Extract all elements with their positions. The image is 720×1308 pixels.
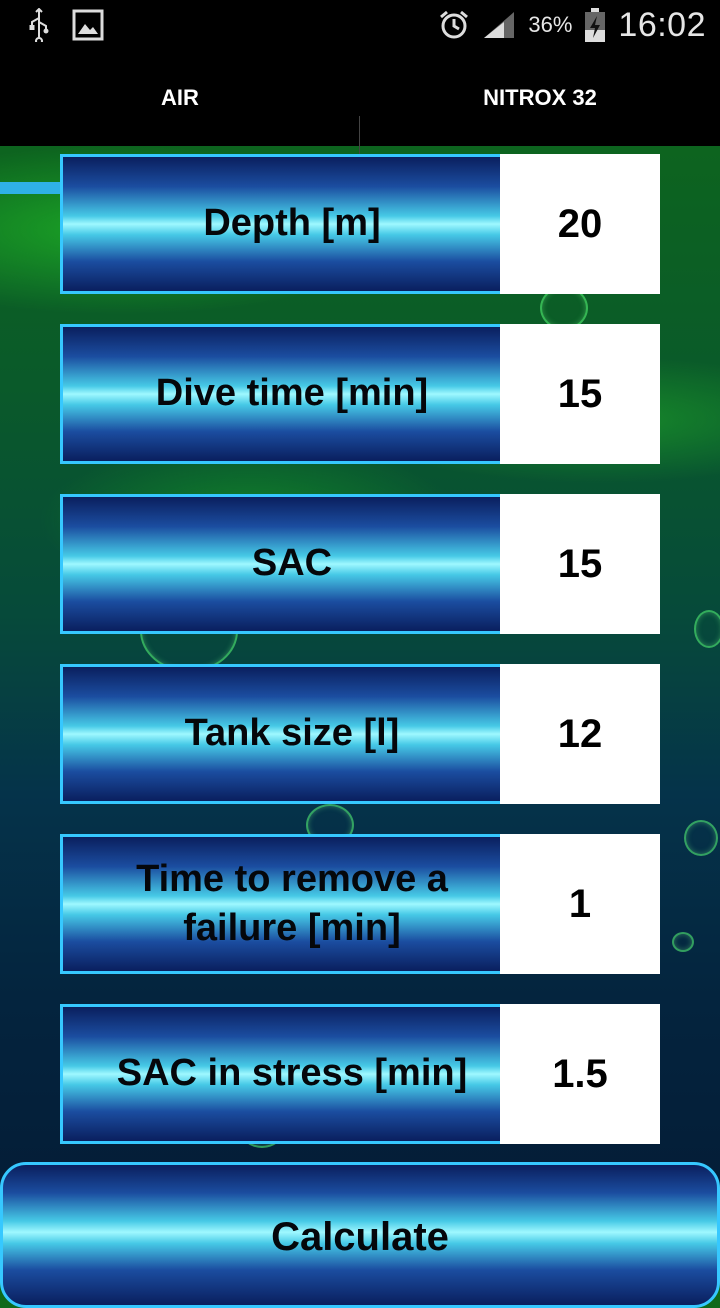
calculate-button[interactable]: Calculate xyxy=(0,1162,720,1308)
bubble-decoration xyxy=(672,932,694,952)
failure-time-input[interactable]: 1 xyxy=(500,834,660,974)
image-icon xyxy=(72,9,104,41)
bubble-decoration xyxy=(684,820,718,856)
dive-time-input[interactable]: 15 xyxy=(500,324,660,464)
depth-input[interactable]: 20 xyxy=(500,154,660,294)
battery-percent: 36% xyxy=(528,12,573,37)
sac-stress-label-button[interactable]: SAC in stress [min] xyxy=(60,1004,524,1144)
dive-time-label-button[interactable]: Dive time [min] xyxy=(60,324,524,464)
clock: 16:02 xyxy=(618,5,706,44)
signal-icon xyxy=(484,12,515,38)
bubble-decoration xyxy=(694,610,720,648)
battery-charging-icon xyxy=(585,8,606,42)
depth-label-button[interactable]: Depth [m] xyxy=(60,154,524,294)
dive-time-row: Dive time [min] 15 xyxy=(60,324,660,464)
tank-size-label-button[interactable]: Tank size [l] xyxy=(60,664,524,804)
depth-row: Depth [m] 20 xyxy=(60,154,660,294)
tab-bar: AIR NITROX 32 xyxy=(0,50,720,194)
sac-label-button[interactable]: SAC xyxy=(60,494,524,634)
sac-stress-row: SAC in stress [min] 1.5 xyxy=(60,1004,660,1144)
sac-input[interactable]: 15 xyxy=(500,494,660,634)
sac-stress-input[interactable]: 1.5 xyxy=(500,1004,660,1144)
alarm-icon xyxy=(440,10,469,39)
tab-nitrox-32[interactable]: NITROX 32 xyxy=(360,50,720,146)
tank-size-input[interactable]: 12 xyxy=(500,664,660,804)
status-bar: 36% 16:02 xyxy=(0,0,720,50)
usb-icon xyxy=(29,8,49,42)
tank-size-row: Tank size [l] 12 xyxy=(60,664,660,804)
sac-row: SAC 15 xyxy=(60,494,660,634)
failure-time-row: Time to remove a failure [min] 1 xyxy=(60,834,660,974)
failure-time-label-button[interactable]: Time to remove a failure [min] xyxy=(60,834,524,974)
tab-air[interactable]: AIR xyxy=(0,50,360,146)
calculate-label: Calculate xyxy=(271,1215,449,1259)
